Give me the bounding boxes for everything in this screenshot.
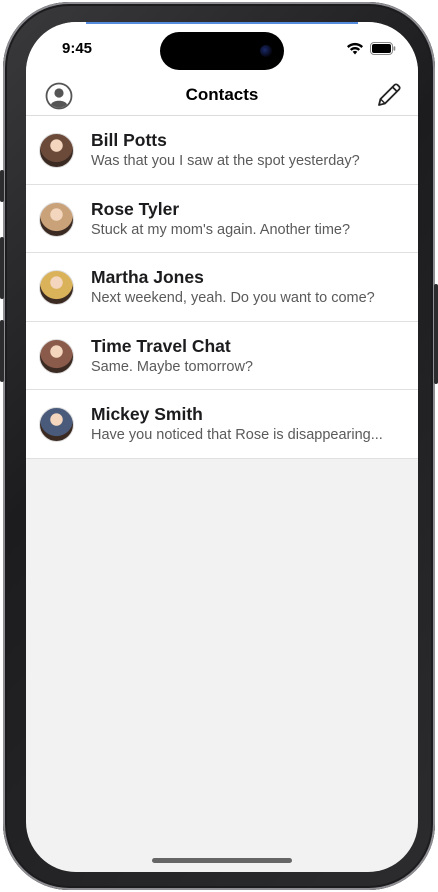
compose-icon[interactable] — [374, 80, 404, 110]
status-bar: 9:45 — [26, 22, 418, 76]
contact-name: Time Travel Chat — [91, 335, 231, 356]
home-indicator[interactable] — [152, 858, 292, 863]
contact-name: Mickey Smith — [91, 404, 203, 425]
contact-last-message: Next weekend, yeah. Do you want to come? — [91, 290, 375, 307]
contact-row[interactable]: Rose Tyler Stuck at my mom's again. Anoth… — [26, 184, 418, 254]
contact-avatar — [39, 407, 74, 443]
contact-row[interactable]: Mickey Smith Have you noticed that Rose i… — [26, 390, 418, 459]
contact-name: Rose Tyler — [91, 198, 180, 219]
contact-name: Martha Jones — [91, 267, 204, 288]
volume-up-button — [0, 237, 4, 299]
contacts-list: Bill Potts Was that you I saw at the spot… — [26, 116, 418, 459]
contact-avatar — [39, 338, 74, 374]
contact-last-message: Have you noticed that Rose is disappeari… — [91, 427, 383, 444]
power-button — [434, 284, 438, 384]
volume-down-button — [0, 320, 4, 382]
screen-edge-highlight — [86, 22, 358, 24]
contact-row[interactable]: Time Travel Chat Same. Maybe tomorrow? — [26, 321, 418, 391]
action-button — [0, 170, 4, 202]
battery-icon — [370, 42, 396, 55]
contact-avatar — [39, 133, 74, 168]
contact-row[interactable]: Bill Potts Was that you I saw at the spot… — [26, 116, 418, 185]
page-title: Contacts — [185, 85, 259, 104]
status-time: 9:45 — [62, 40, 93, 57]
contact-row[interactable]: Martha Jones Next weekend, yeah. Do you w… — [26, 253, 418, 322]
camera-icon — [260, 45, 272, 57]
contact-avatar — [39, 201, 74, 237]
navigation-bar: Contacts — [26, 76, 418, 116]
contact-name: Bill Potts — [91, 130, 167, 150]
status-icons — [346, 42, 396, 55]
contact-last-message: Stuck at my mom's again. Another time? — [91, 221, 351, 238]
contact-avatar — [39, 270, 74, 306]
dynamic-island — [160, 32, 284, 70]
contact-last-message: Same. Maybe tomorrow? — [91, 358, 253, 375]
contact-last-message: Was that you I saw at the spot yesterday… — [91, 153, 360, 169]
phone-frame: 9:45 Contacts Bill Potts Was that you I … — [0, 2, 438, 890]
wifi-icon — [347, 42, 363, 55]
screen: 9:45 Contacts Bill Potts Was that you I … — [26, 22, 418, 872]
